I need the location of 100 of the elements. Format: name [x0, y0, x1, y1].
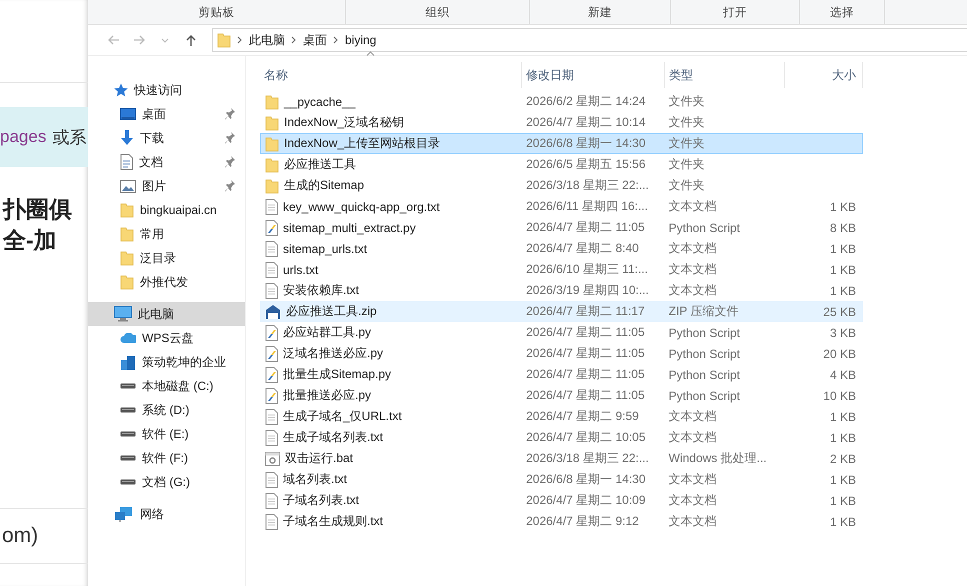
- nav-item[interactable]: 文档: [88, 150, 245, 174]
- nav-item[interactable]: 桌面: [88, 102, 245, 126]
- file-row[interactable]: 必应推送工具 2026/6/5 星期五 15:56 文件夹: [260, 154, 863, 175]
- back-arrow-icon[interactable]: [107, 34, 119, 46]
- file-size: 1 KB: [830, 284, 856, 298]
- modified-date: 2026/3/18 星期三 22:...: [526, 450, 649, 467]
- chevron-icon: [333, 36, 339, 44]
- file-size: 1 KB: [830, 200, 856, 214]
- file-size: 1 KB: [830, 472, 856, 486]
- breadcrumb[interactable]: 桌面: [303, 32, 327, 48]
- file-size: 10 KB: [823, 388, 856, 402]
- file-row[interactable]: 子域名列表.txt 2026/4/7 星期二 10:09 文本文档 1 KB: [260, 490, 863, 511]
- ribbon-group-label: 组织: [346, 0, 530, 24]
- nav-item[interactable]: 图片: [88, 174, 245, 198]
- nav-item[interactable]: 系统 (D:): [88, 398, 245, 422]
- nav-item[interactable]: 网络: [88, 502, 245, 526]
- nav-item[interactable]: 外推代发: [88, 270, 245, 294]
- nav-item[interactable]: 软件 (F:): [88, 446, 245, 470]
- file-row[interactable]: IndexNow_泛域名秘钥 2026/4/7 星期二 10:14 文件夹: [260, 112, 863, 133]
- column-header[interactable]: 名称: [260, 62, 522, 88]
- drive-icon: [120, 407, 136, 413]
- file-type: Python Script: [668, 220, 740, 234]
- file-row[interactable]: sitemap_multi_extract.py 2026/4/7 星期二 11:05 Python Script 8 KB: [260, 217, 863, 238]
- file-row[interactable]: 安装依赖库.txt 2026/3/19 星期四 10:... 文本文档 1 KB: [260, 280, 863, 301]
- file-row[interactable]: 批量生成Sitemap.py 2026/4/7 星期二 11:05 Python Script 4 KB: [260, 364, 863, 385]
- file-name: 安装依赖库.txt: [283, 282, 360, 299]
- modified-date: 2026/6/5 星期五 15:56: [526, 156, 646, 173]
- file-row[interactable]: 双击运行.bat 2026/3/18 星期三 22:... Windows 批处理... 2 KB: [260, 448, 863, 469]
- file-type: 文本文档: [668, 261, 717, 278]
- file-name: key_www_quickq-app_org.txt: [283, 200, 440, 214]
- file-size: 1 KB: [830, 494, 856, 508]
- file-name: 批量生成Sitemap.py: [283, 366, 392, 383]
- up-arrow-icon[interactable]: [185, 34, 197, 46]
- breadcrumb[interactable]: 此电脑: [249, 32, 285, 48]
- column-header[interactable]: 大小: [785, 62, 863, 88]
- file-row[interactable]: key_www_quickq-app_org.txt 2026/6/11 星期四 16:... 文本文档 1 KB: [260, 196, 863, 217]
- address-bar[interactable]: 此电脑 桌面 biying: [212, 28, 967, 52]
- nav-item[interactable]: 策动乾坤的企业: [88, 350, 245, 374]
- file-row[interactable]: 域名列表.txt 2026/6/8 星期一 14:30 文本文档 1 KB: [260, 469, 863, 490]
- modified-date: 2026/4/7 星期二 11:05: [526, 366, 645, 383]
- modified-date: 2026/4/7 星期二 11:05: [526, 345, 645, 362]
- file-row[interactable]: 必应站群工具.py 2026/4/7 星期二 11:05 Python Script 3 KB: [260, 322, 863, 343]
- nav-item[interactable]: 此电脑: [88, 302, 245, 326]
- file-row[interactable]: IndexNow_上传至网站根目录 2026/6/8 星期一 14:30 文件夹: [260, 133, 863, 154]
- file-name: 双击运行.bat: [285, 450, 354, 467]
- file-type: Python Script: [668, 326, 740, 340]
- file-row[interactable]: 子域名生成规则.txt 2026/4/7 星期二 9:12 文本文档 1 KB: [260, 511, 863, 532]
- column-header[interactable]: 类型: [665, 62, 785, 88]
- file-type: 文本文档: [668, 471, 717, 488]
- file-row[interactable]: sitemap_urls.txt 2026/4/7 星期二 8:40 文本文档 1 KB: [260, 238, 863, 259]
- folder-icon: [265, 136, 279, 152]
- gear-file-icon: [265, 452, 280, 466]
- file-size: 2 KB: [830, 452, 856, 466]
- folder-icon: [265, 114, 279, 130]
- text-file-icon: [265, 472, 278, 488]
- nav-item[interactable]: 本地磁盘 (C:): [88, 374, 245, 398]
- file-row[interactable]: urls.txt 2026/6/10 星期三 11:... 文本文档 1 KB: [260, 259, 863, 280]
- modified-date: 2026/4/7 星期二 11:05: [526, 387, 645, 404]
- forward-arrow-icon[interactable]: [133, 34, 145, 46]
- file-row[interactable]: 批量推送必应.py 2026/4/7 星期二 11:05 Python Script 10 KB: [260, 385, 863, 406]
- folder-icon: [120, 202, 134, 218]
- nav-item[interactable]: 下载: [88, 126, 245, 150]
- file-row[interactable]: __pycache__ 2026/6/2 星期二 14:24 文件夹: [260, 91, 863, 112]
- file-row[interactable]: 生成子域名_仅URL.txt 2026/4/7 星期二 9:59 文本文档 1 KB: [260, 406, 863, 427]
- file-type: 文本文档: [668, 429, 717, 446]
- file-type: Python Script: [668, 346, 740, 360]
- file-name: 必应推送工具: [284, 156, 356, 173]
- column-header[interactable]: 修改日期: [522, 62, 665, 88]
- file-row[interactable]: 生成的Sitemap 2026/3/18 星期三 22:... 文件夹: [260, 175, 863, 196]
- file-row[interactable]: 泛域名推送必应.py 2026/4/7 星期二 11:05 Python Script 20 KB: [260, 343, 863, 364]
- file-row[interactable]: 生成子域名列表.txt 2026/4/7 星期二 10:05 文本文档 1 KB: [260, 427, 863, 448]
- nav-item[interactable]: 软件 (E:): [88, 422, 245, 446]
- folder-icon: [120, 250, 134, 266]
- nav-item[interactable]: 泛目录: [88, 246, 245, 270]
- file-type: Python Script: [668, 368, 740, 382]
- file-name: 生成子域名_仅URL.txt: [283, 408, 402, 425]
- modified-date: 2026/4/7 星期二 11:05: [526, 324, 645, 341]
- file-name: 域名列表.txt: [283, 471, 348, 488]
- nav-item[interactable]: WPS云盘: [88, 326, 245, 350]
- file-type: 文本文档: [668, 492, 717, 509]
- drive-icon: [120, 383, 136, 389]
- nav-item[interactable]: 常用: [88, 222, 245, 246]
- breadcrumb[interactable]: biying: [345, 33, 376, 47]
- folder-icon: [265, 178, 279, 194]
- file-type: 文本文档: [668, 513, 717, 530]
- modified-date: 2026/4/7 星期二 11:05: [526, 219, 645, 236]
- text-file-icon: [265, 198, 278, 214]
- file-name: 子域名生成规则.txt: [283, 513, 384, 530]
- file-type: Windows 批处理...: [668, 450, 767, 467]
- modified-date: 2026/4/7 星期二 9:59: [526, 408, 639, 425]
- file-row[interactable]: 必应推送工具.zip 2026/4/7 星期二 11:17 ZIP 压缩文件 25 KB: [260, 301, 863, 322]
- file-name: IndexNow_泛域名秘钥: [284, 114, 404, 131]
- nav-item[interactable]: 快速访问: [88, 78, 245, 102]
- nav-item[interactable]: bingkuaipai.cn: [88, 198, 245, 222]
- file-type: 文件夹: [668, 156, 705, 173]
- star-icon: [114, 83, 128, 97]
- network-icon: [114, 506, 134, 522]
- nav-item[interactable]: 文档 (G:): [88, 470, 245, 494]
- link[interactable]: pages: [0, 127, 46, 147]
- file-type: 文件夹: [668, 177, 705, 194]
